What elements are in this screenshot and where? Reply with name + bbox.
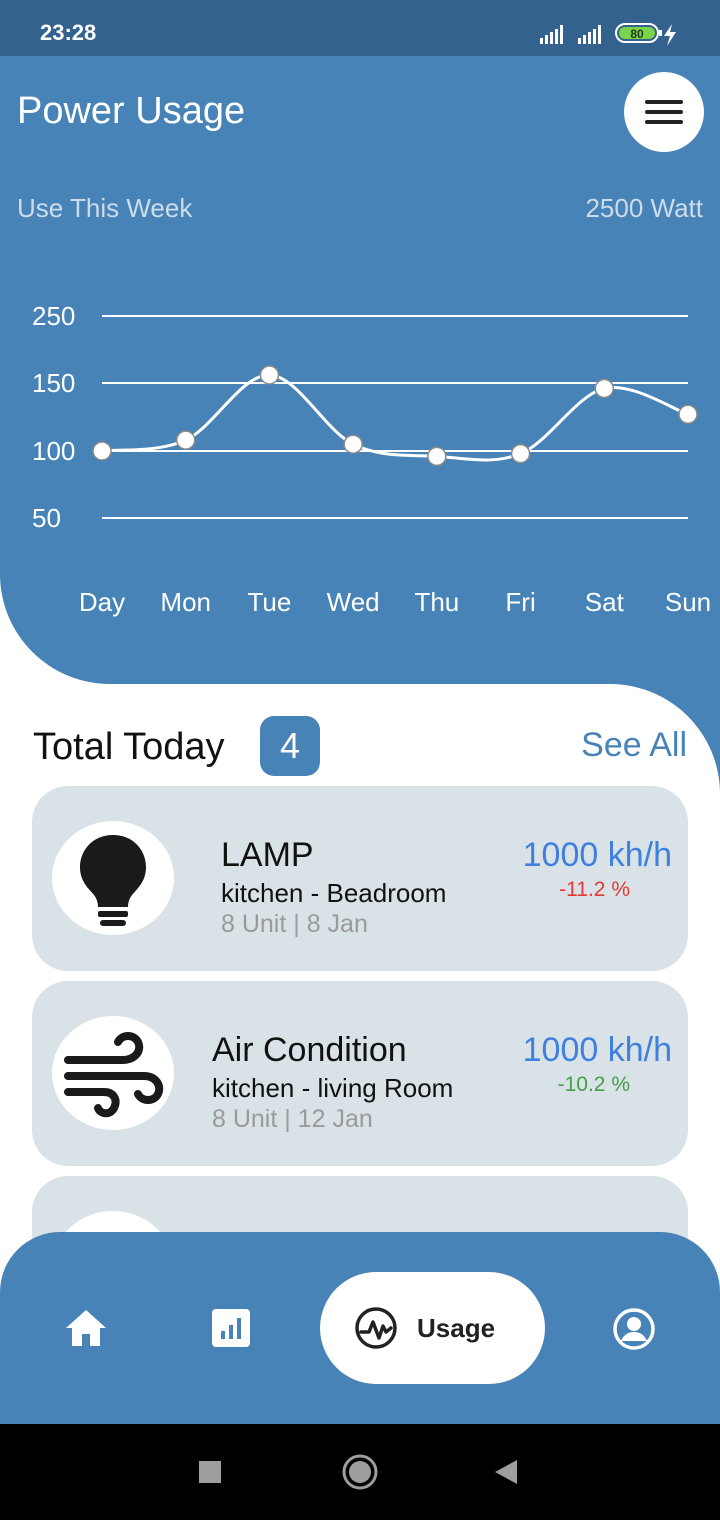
signal-icon (578, 25, 601, 44)
y-tick-label: 100 (32, 436, 75, 466)
content-sheet: Total Today 4 See All LAMP kitchen - Bea… (0, 684, 720, 1361)
nav-usage[interactable]: Usage (320, 1272, 545, 1384)
wind-icon (64, 1032, 164, 1118)
total-today-badge: 4 (260, 716, 320, 776)
device-meta: 8 Unit | 8 Jan (221, 910, 368, 938)
data-point (594, 378, 615, 399)
device-name: Air Condition (212, 1031, 407, 1069)
device-card[interactable]: Air Condition kitchen - living Room 8 Un… (32, 981, 688, 1166)
device-power: 1000 kh/h (522, 836, 672, 874)
data-point (259, 365, 280, 385)
battery-icon: 80 (615, 23, 662, 43)
device-icon-container (52, 1016, 174, 1130)
nav-home[interactable] (64, 1308, 108, 1353)
device-card[interactable]: LAMP kitchen - Beadroom 8 Unit | 8 Jan 1… (32, 786, 688, 971)
x-tick-label: Fri (505, 587, 535, 617)
data-point (175, 430, 196, 450)
nav-profile[interactable] (612, 1307, 656, 1356)
status-time: 23:28 (40, 20, 97, 45)
x-tick-label: Sat (585, 587, 625, 617)
device-change: -10.2 % (557, 1073, 630, 1096)
device-power: 1000 kh/h (522, 1031, 672, 1069)
x-tick-label: Sun (665, 587, 711, 617)
usage-line-chart: 250 150 100 50 Day Mon Tue Wed Thu Fri Sat Sun (32, 301, 711, 617)
x-tick-label: Wed (327, 587, 380, 617)
status-icons: 80 (540, 23, 676, 46)
battery-level: 80 (630, 27, 644, 41)
data-point (678, 404, 698, 425)
chart-y-ticks: 250 150 100 50 (32, 301, 75, 533)
nav-usage-label: Usage (417, 1313, 496, 1343)
device-location: kitchen - Beadroom (221, 878, 447, 908)
system-navigation-bar (0, 1424, 720, 1520)
y-tick-label: 250 (32, 301, 75, 331)
home-circle-icon[interactable] (341, 1453, 379, 1491)
account-icon (613, 1308, 655, 1350)
device-icon-container (52, 821, 174, 935)
bottom-navigation: Usage (0, 1232, 720, 1424)
signal-icon (540, 25, 563, 44)
recents-icon[interactable] (198, 1460, 222, 1484)
device-name: LAMP (221, 836, 314, 874)
home-icon (66, 1310, 106, 1346)
chart-x-ticks: Day Mon Tue Wed Thu Fri Sat Sun (79, 587, 711, 617)
activity-icon (355, 1307, 397, 1349)
data-point (343, 434, 363, 454)
device-change: -11.2 % (559, 878, 630, 901)
x-tick-label: Day (79, 587, 125, 617)
bar-chart-icon (212, 1309, 250, 1347)
data-point (92, 441, 112, 461)
x-tick-label: Tue (248, 587, 292, 617)
data-point (427, 446, 447, 467)
device-meta: 8 Unit | 12 Jan (212, 1105, 373, 1133)
see-all-link[interactable]: See All (581, 726, 687, 765)
status-bar: 23:28 80 (0, 0, 720, 56)
back-icon[interactable] (493, 1458, 519, 1486)
lightbulb-icon (80, 835, 146, 926)
total-today-title: Total Today (33, 726, 225, 768)
device-location: kitchen - living Room (212, 1073, 454, 1103)
x-tick-label: Thu (414, 587, 459, 617)
x-tick-label: Mon (160, 587, 211, 617)
y-tick-label: 150 (32, 368, 75, 398)
y-tick-label: 50 (32, 503, 61, 533)
nav-stats[interactable] (212, 1309, 250, 1352)
data-point (510, 443, 531, 464)
chart-grid (102, 315, 688, 519)
charging-icon (664, 24, 676, 46)
header-panel: Power Usage Use This Week 2500 Watt 250 1… (0, 56, 720, 684)
